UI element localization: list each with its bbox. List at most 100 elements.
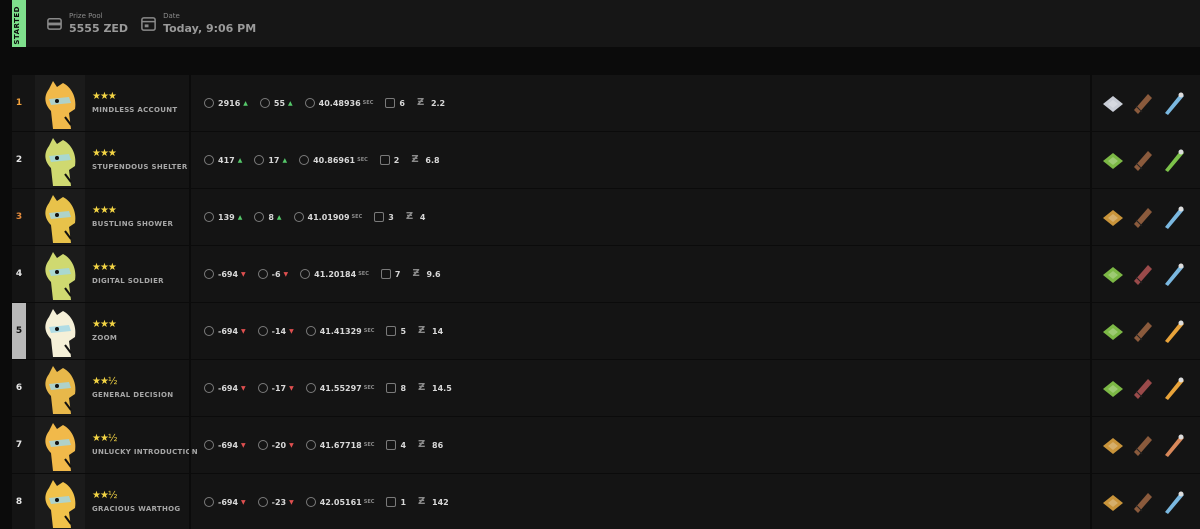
points-value: -694 (218, 497, 239, 507)
equipment-slot-2[interactable] (1130, 318, 1156, 344)
rating-trend-icon: ▼ (289, 384, 294, 392)
horse-avatar[interactable] (35, 75, 85, 131)
clock-icon (305, 326, 316, 336)
horse-name[interactable]: GRACIOUS WARTHOG (92, 505, 192, 513)
result-row[interactable]: 7 ★★½ UNLUCKY INTRODUCTION -694 ▼ -20 ▼ … (12, 417, 1200, 474)
prize-pool-value: 5555 ZED (69, 22, 129, 35)
points-trend-icon: ▲ (237, 156, 243, 164)
rank-number: 7 (15, 440, 23, 450)
equipment-slot-3[interactable] (1160, 489, 1186, 515)
equipment-slot-3[interactable] (1160, 375, 1186, 401)
equipment-slot-1[interactable] (1100, 90, 1126, 116)
star-rating: ★★½ (92, 490, 118, 501)
points-stat: -694 ▼ (204, 383, 246, 393)
odds-value: 6.8 (425, 155, 440, 165)
equipment-slot-1[interactable] (1100, 489, 1126, 515)
finish-time: 41.67718 (319, 440, 362, 450)
star-rating: ★★★ (92, 91, 117, 102)
horse-name[interactable]: ZOOM (92, 334, 192, 342)
result-row[interactable]: 6 ★★½ GENERAL DECISION -694 ▼ -17 ▼ 41.5… (12, 360, 1200, 417)
equipment (1090, 417, 1200, 473)
result-row[interactable]: 5 ★★★ ZOOM -694 ▼ -14 ▼ 41.41329 SEC 5 Ƶ… (12, 303, 1200, 360)
rank-number: 8 (15, 497, 23, 507)
row-divider (189, 360, 191, 416)
result-row[interactable]: 2 ★★★ STUPENDOUS SHELTER 417 ▲ 17 ▲ 40.8… (12, 132, 1200, 189)
finish-time: 41.01909 (307, 212, 350, 222)
gate-icon (380, 269, 391, 279)
horse-head-icon (35, 75, 85, 131)
equipment-slot-1[interactable] (1100, 204, 1126, 230)
gate-stat: 8 (386, 383, 406, 393)
equipment-slot-3[interactable] (1160, 204, 1186, 230)
horse-avatar[interactable] (35, 417, 85, 473)
time-unit: SEC (357, 157, 368, 163)
prize-pool-label: Prize Pool (69, 12, 103, 20)
zed-icon: Ƶ (412, 268, 420, 279)
points-icon (204, 383, 214, 393)
result-row[interactable]: 4 ★★★ DIGITAL SOLDIER -694 ▼ -6 ▼ 41.201… (12, 246, 1200, 303)
equipment-slot-1[interactable] (1100, 147, 1126, 173)
results-list: 1 ★★★ MINDLESS ACCOUNT 2916 ▲ 55 ▲ 40.48… (12, 75, 1200, 529)
time-unit: SEC (363, 442, 375, 448)
horse-avatar[interactable] (35, 360, 85, 416)
gate-stat: 4 (386, 440, 406, 450)
equipment-slot-2[interactable] (1130, 147, 1156, 173)
horse-avatar[interactable] (35, 474, 85, 529)
odds-stat: Ƶ 142 (418, 497, 449, 507)
date-value: Today, 9:06 PM (163, 22, 257, 35)
bridle-icon (1134, 94, 1152, 114)
equipment-slot-2[interactable] (1130, 375, 1156, 401)
horse-avatar[interactable] (35, 303, 85, 359)
clock-icon (305, 440, 316, 450)
status-tag: STARTED (12, 0, 26, 47)
horse-avatar[interactable] (35, 132, 85, 188)
equipment-slot-2[interactable] (1130, 90, 1156, 116)
saddle-pad-icon (1103, 381, 1123, 397)
result-row[interactable]: 8 ★★½ GRACIOUS WARTHOG -694 ▼ -23 ▼ 42.0… (12, 474, 1200, 529)
horse-info: ★★★ BUSTLING SHOWER (92, 206, 192, 229)
equipment-slot-1[interactable] (1100, 375, 1126, 401)
horse-name[interactable]: BUSTLING SHOWER (92, 220, 192, 228)
equipment-slot-1[interactable] (1100, 318, 1126, 344)
horse-info: ★★★ DIGITAL SOLDIER (92, 263, 192, 286)
zed-icon: Ƶ (418, 496, 426, 507)
horse-name[interactable]: GENERAL DECISION (92, 391, 192, 399)
points-icon (204, 269, 214, 279)
time-unit: SEC (363, 499, 375, 505)
result-row[interactable]: 3 ★★★ BUSTLING SHOWER 139 ▲ 8 ▲ 41.01909… (12, 189, 1200, 246)
equipment-slot-1[interactable] (1100, 432, 1126, 458)
equipment-slot-3[interactable] (1160, 432, 1186, 458)
equipment-slot-3[interactable] (1160, 90, 1186, 116)
equipment-slot-3[interactable] (1160, 261, 1186, 287)
clock-icon (299, 155, 310, 165)
result-row[interactable]: 1 ★★★ MINDLESS ACCOUNT 2916 ▲ 55 ▲ 40.48… (12, 75, 1200, 132)
horse-name[interactable]: DIGITAL SOLDIER (92, 277, 192, 285)
points-icon (204, 212, 214, 222)
horse-avatar[interactable] (35, 189, 85, 245)
bridle-icon (1134, 151, 1152, 171)
equipment-slot-2[interactable] (1130, 432, 1156, 458)
time-unit: SEC (363, 385, 375, 391)
equipment-slot-3[interactable] (1160, 147, 1186, 173)
horse-name[interactable]: STUPENDOUS SHELTER (92, 163, 192, 171)
odds-stat: Ƶ 14 (418, 326, 443, 336)
horse-avatar[interactable] (35, 246, 85, 302)
odds-value: 9.6 (426, 269, 441, 279)
equipment-slot-2[interactable] (1130, 489, 1156, 515)
horse-name[interactable]: UNLUCKY INTRODUCTION (92, 448, 198, 456)
finish-time: 40.86961 (313, 155, 356, 165)
bridle-icon (1134, 379, 1152, 399)
horse-name[interactable]: MINDLESS ACCOUNT (92, 106, 192, 114)
odds-value: 14.5 (432, 383, 452, 393)
equipment-slot-3[interactable] (1160, 318, 1186, 344)
equipment-slot-1[interactable] (1100, 261, 1126, 287)
odds-value: 2.2 (430, 98, 446, 108)
gate-icon (386, 497, 397, 507)
equipment-slot-2[interactable] (1130, 261, 1156, 287)
horse-head-icon (35, 303, 85, 359)
finish-time: 41.41329 (319, 326, 362, 336)
equipment-slot-2[interactable] (1130, 204, 1156, 230)
time-stat: 42.05161 SEC (305, 497, 375, 507)
rank-number: 2 (15, 155, 23, 165)
gate-number: 6 (399, 98, 405, 108)
